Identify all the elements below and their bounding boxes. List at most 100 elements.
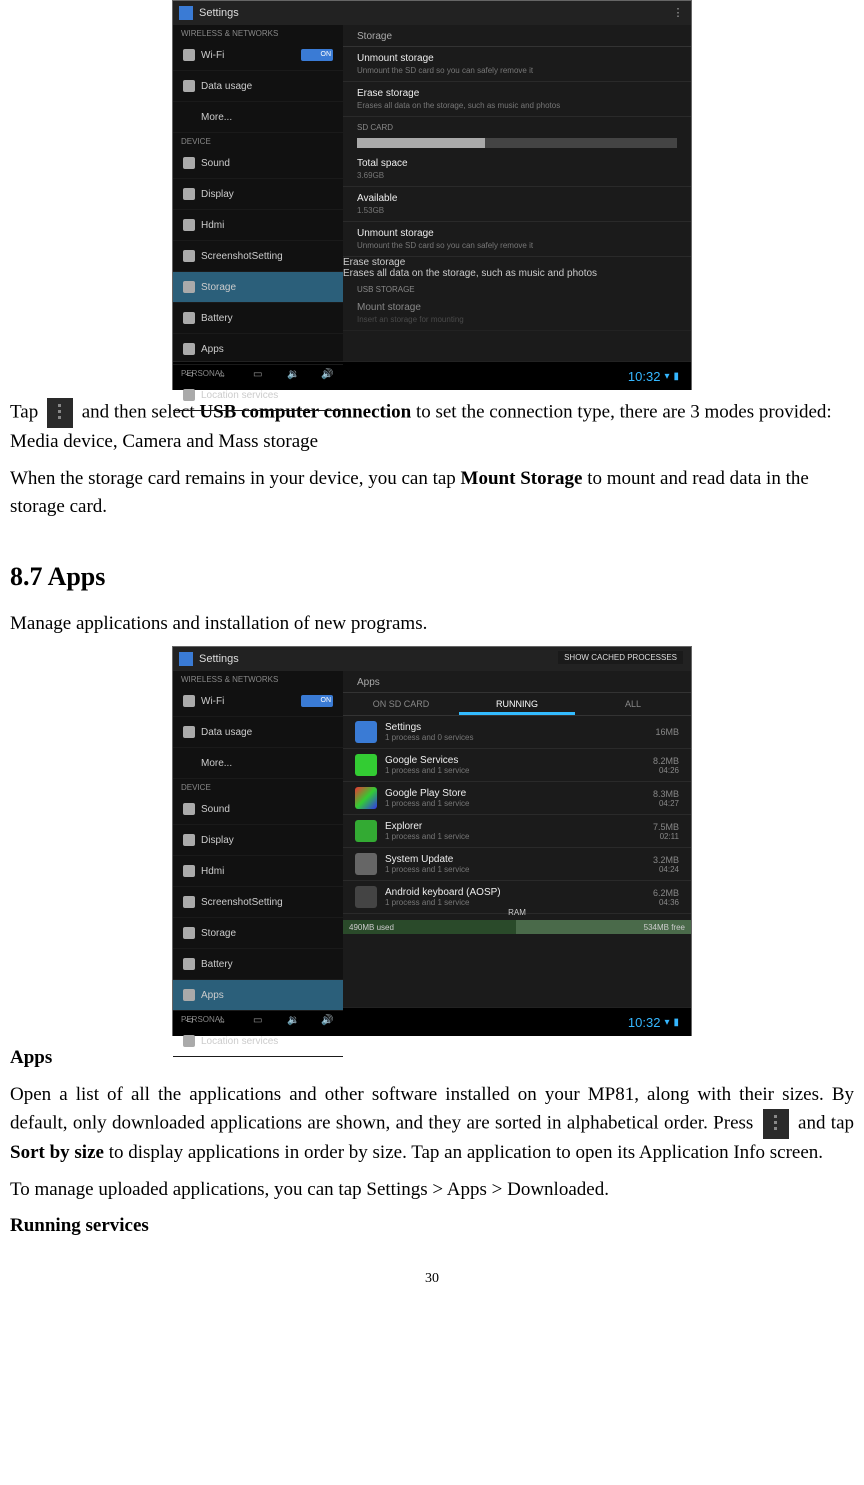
sidebar-item-storage[interactable]: Storage: [173, 272, 343, 303]
paragraph-downloaded: To manage uploaded applications, you can…: [10, 1176, 854, 1205]
menu-icon: [47, 398, 73, 428]
screenshot-icon: [183, 250, 195, 262]
show-cached-label[interactable]: SHOW CACHED PROCESSES: [558, 651, 683, 664]
sidebar-item-battery[interactable]: Battery: [173, 949, 343, 980]
back-icon[interactable]: ◅: [185, 1015, 199, 1029]
sidebar-item-data[interactable]: Data usage: [173, 71, 343, 102]
storage-icon: [183, 281, 195, 293]
storage-item-unmount2[interactable]: Unmount storageUnmount the SD card so yo…: [343, 222, 691, 257]
sidebar-item-screenshot[interactable]: ScreenshotSetting: [173, 241, 343, 272]
settings-app-icon: [179, 6, 193, 20]
battery-status-icon: ▮: [673, 371, 679, 382]
paragraph-manage: Manage applications and installation of …: [10, 610, 854, 639]
home-icon[interactable]: ⌂: [219, 369, 233, 383]
sidebar-item-data[interactable]: Data usage: [173, 717, 343, 748]
sidebar-group-wireless: WIRELESS & NETWORKS: [173, 25, 343, 40]
data-icon: [183, 726, 195, 738]
app-row[interactable]: Google Services1 process and 1 service8.…: [343, 749, 691, 782]
screenshot-storage: Settings ⋮ WIRELESS & NETWORKS Wi-FiON D…: [172, 0, 692, 390]
clock-label: 10:32: [628, 1015, 661, 1030]
storage-item-mount[interactable]: Mount storageInsert an storage for mount…: [343, 296, 691, 331]
app-title: Settings: [199, 7, 239, 19]
app-icon-explorer: [355, 820, 377, 842]
sidebar-item-more[interactable]: More...: [173, 102, 343, 133]
sidebar-item-sound[interactable]: Sound: [173, 148, 343, 179]
action-bar: Settings ⋮: [173, 1, 691, 25]
hdmi-icon: [183, 865, 195, 877]
display-icon: [183, 188, 195, 200]
sidebar-item-location[interactable]: Location services: [173, 1026, 343, 1057]
vol-down-icon[interactable]: 🔉: [287, 369, 301, 383]
sidebar-group-device: DEVICE: [173, 133, 343, 148]
data-icon: [183, 80, 195, 92]
recent-icon[interactable]: ▭: [253, 1015, 267, 1029]
page-number: 30: [10, 1271, 854, 1287]
vol-up-icon[interactable]: 🔊: [321, 369, 335, 383]
tab-on-sd-card[interactable]: ON SD CARD: [343, 693, 459, 715]
display-icon: [183, 834, 195, 846]
apps-icon: [183, 989, 195, 1001]
wifi-icon: [183, 49, 195, 61]
storage-item-erase[interactable]: Erase storageErases all data on the stor…: [343, 82, 691, 117]
app-row[interactable]: Google Play Store1 process and 1 service…: [343, 782, 691, 815]
recent-icon[interactable]: ▭: [253, 369, 267, 383]
tab-running[interactable]: RUNNING: [459, 693, 575, 715]
sidebar-item-wifi[interactable]: Wi-FiON: [173, 686, 343, 717]
sidebar-item-display[interactable]: Display: [173, 179, 343, 210]
settings-app-icon: [179, 652, 193, 666]
wifi-status-icon: ▾: [664, 371, 669, 382]
subheading-apps: Apps: [10, 1047, 52, 1068]
vol-up-icon[interactable]: 🔊: [321, 1015, 335, 1029]
sidebar-item-apps[interactable]: Apps: [173, 980, 343, 1011]
sidebar-item-storage[interactable]: Storage: [173, 918, 343, 949]
app-row[interactable]: Explorer1 process and 1 service7.5MB02:1…: [343, 815, 691, 848]
wifi-toggle[interactable]: ON: [301, 49, 333, 61]
back-icon[interactable]: ◅: [185, 369, 199, 383]
paragraph-apps-list: Open a list of all the applications and …: [10, 1081, 854, 1168]
sidebar-item-apps[interactable]: Apps: [173, 334, 343, 365]
storage-panel: Storage Unmount storageUnmount the SD ca…: [343, 25, 691, 361]
battery-status-icon: ▮: [673, 1017, 679, 1028]
sidebar-item-battery[interactable]: Battery: [173, 303, 343, 334]
sidebar-item-display[interactable]: Display: [173, 825, 343, 856]
storage-item-total[interactable]: Total space3.69GB: [343, 152, 691, 187]
apps-tabs: ON SD CARD RUNNING ALL: [343, 693, 691, 716]
wifi-status-icon: ▾: [664, 1017, 669, 1028]
vol-down-icon[interactable]: 🔉: [287, 1015, 301, 1029]
storage-cat-usb: USB STORAGE: [343, 279, 691, 296]
settings-sidebar: WIRELESS & NETWORKS Wi-FiON Data usage M…: [173, 25, 343, 361]
storage-icon: [183, 927, 195, 939]
sidebar-item-hdmi[interactable]: Hdmi: [173, 856, 343, 887]
sidebar-item-wifi[interactable]: Wi-FiON: [173, 40, 343, 71]
home-icon[interactable]: ⌂: [219, 1015, 233, 1029]
wifi-toggle[interactable]: ON: [301, 695, 333, 707]
subheading-running: Running services: [10, 1215, 149, 1236]
sidebar-item-sound[interactable]: Sound: [173, 794, 343, 825]
sidebar-item-location[interactable]: Location services: [173, 380, 343, 411]
panel-heading: Storage: [343, 25, 691, 47]
tab-all[interactable]: ALL: [575, 693, 691, 715]
storage-item-available[interactable]: Available1.53GB: [343, 187, 691, 222]
app-icon-keyboard: [355, 886, 377, 908]
sidebar-item-hdmi[interactable]: Hdmi: [173, 210, 343, 241]
apps-panel: Apps ON SD CARD RUNNING ALL Settings1 pr…: [343, 671, 691, 1007]
location-icon: [183, 1035, 195, 1047]
apps-icon: [183, 343, 195, 355]
storage-item-unmount[interactable]: Unmount storageUnmount the SD card so yo…: [343, 47, 691, 82]
sidebar-item-screenshot[interactable]: ScreenshotSetting: [173, 887, 343, 918]
overflow-menu-icon[interactable]: ⋮: [671, 6, 685, 20]
storage-item-erase2[interactable]: Erase storageErases all data on the stor…: [343, 257, 691, 279]
sidebar-item-more[interactable]: More...: [173, 748, 343, 779]
battery-icon: [183, 958, 195, 970]
sound-icon: [183, 157, 195, 169]
app-icon-play-store: [355, 787, 377, 809]
app-icon-settings: [355, 721, 377, 743]
app-row[interactable]: Settings1 process and 0 services16MB: [343, 716, 691, 749]
screenshot-apps: Settings SHOW CACHED PROCESSES WIRELESS …: [172, 646, 692, 1036]
sound-icon: [183, 803, 195, 815]
app-icon-google-services: [355, 754, 377, 776]
app-row[interactable]: System Update1 process and 1 service3.2M…: [343, 848, 691, 881]
screenshot-icon: [183, 896, 195, 908]
storage-usage-bar: [357, 138, 677, 148]
app-title: Settings: [199, 653, 239, 665]
